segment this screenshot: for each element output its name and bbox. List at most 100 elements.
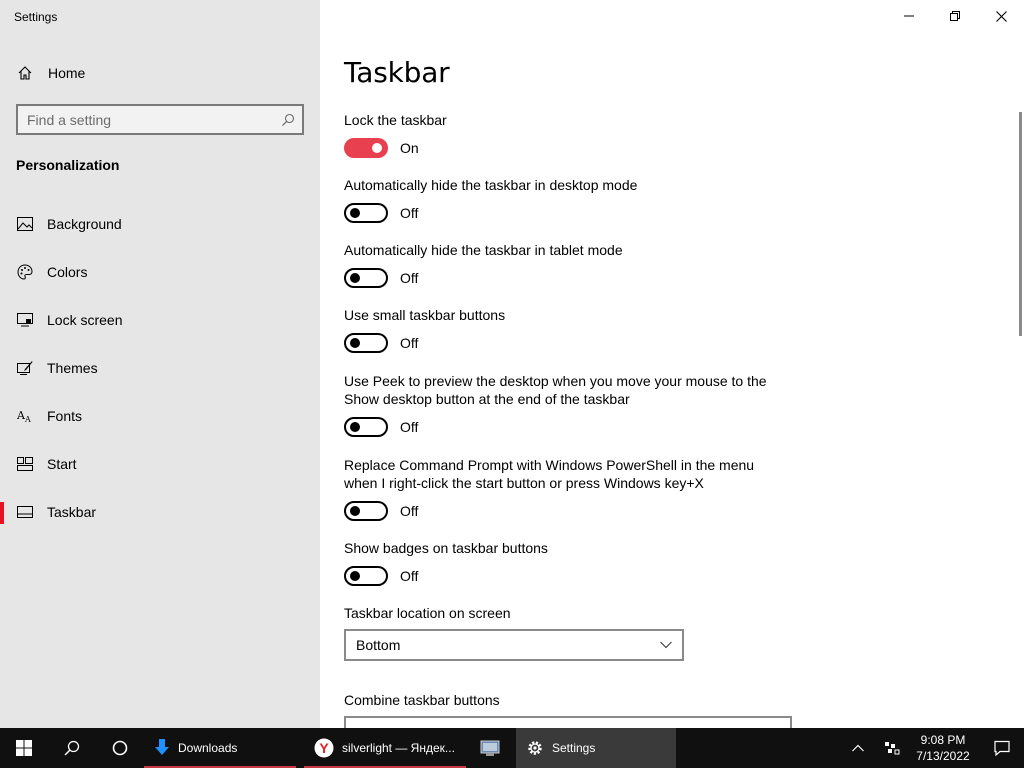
home-nav-item[interactable]: Home: [0, 55, 320, 91]
sidebar-item-lock-screen[interactable]: Lock screen: [0, 296, 320, 344]
sidebar-item-colors[interactable]: Colors: [0, 248, 320, 296]
small-buttons-toggle[interactable]: [344, 333, 388, 353]
sidebar-item-background[interactable]: Background: [0, 200, 320, 248]
search-taskbar-button[interactable]: [48, 728, 96, 768]
setting-powershell: Replace Command Prompt with Windows Powe…: [344, 456, 774, 521]
home-label: Home: [48, 65, 86, 81]
toggle-state: Off: [400, 270, 419, 286]
setting-label: Automatically hide the taskbar in deskto…: [344, 177, 638, 193]
autohide-desktop-toggle[interactable]: [344, 203, 388, 223]
svg-text:Y: Y: [319, 740, 329, 756]
app-title: Settings: [14, 10, 58, 24]
notification-icon: [994, 740, 1010, 756]
cortana-circle-icon: [112, 740, 128, 756]
clock-time: 9:08 PM: [920, 733, 966, 747]
image-icon: [0, 217, 47, 231]
search-icon[interactable]: [274, 113, 302, 127]
sidebar: Settings Home Personalization Background…: [0, 0, 320, 728]
action-center-button[interactable]: [980, 728, 1024, 768]
home-icon: [0, 65, 48, 81]
sidebar-item-label: Start: [47, 456, 77, 472]
taskbar-icon: [0, 506, 47, 518]
chevron-down-icon: [660, 641, 672, 649]
peek-toggle[interactable]: [344, 417, 388, 437]
chevron-up-icon: [852, 744, 864, 752]
start-button[interactable]: [0, 728, 48, 768]
taskbar-app-control-panel[interactable]: [466, 728, 516, 768]
taskbar-location-dropdown[interactable]: Bottom: [344, 629, 684, 661]
badges-toggle[interactable]: [344, 566, 388, 586]
scrollbar[interactable]: [1019, 112, 1022, 336]
setting-label: Show badges on taskbar buttons: [344, 540, 548, 556]
taskbar-app-downloads[interactable]: Downloads: [144, 728, 296, 768]
taskbar-app-settings[interactable]: Settings: [516, 728, 676, 768]
toggle-state: Off: [400, 335, 419, 351]
setting-autohide-tablet: Automatically hide the taskbar in tablet…: [344, 241, 784, 288]
page-title: Taskbar: [344, 56, 450, 89]
sidebar-item-label: Colors: [47, 264, 88, 280]
task-view-button[interactable]: [96, 728, 144, 768]
toggle-state: Off: [400, 503, 419, 519]
show-hidden-icons-button[interactable]: [838, 728, 878, 768]
toggle-state: Off: [400, 419, 419, 435]
setting-label: Taskbar location on screen: [344, 605, 511, 621]
setting-lock-taskbar: Lock the taskbar On: [344, 111, 784, 158]
toggle-state: Off: [400, 568, 419, 584]
monitor-lock-icon: [0, 313, 47, 327]
setting-label: Use Peek to preview the desktop when you…: [344, 373, 767, 407]
setting-autohide-desktop: Automatically hide the taskbar in deskto…: [344, 176, 784, 223]
setting-small-buttons: Use small taskbar buttons Off: [344, 306, 784, 353]
toggle-state: Off: [400, 205, 419, 221]
setting-label: Replace Command Prompt with Windows Powe…: [344, 457, 755, 491]
control-panel-icon: [480, 740, 500, 756]
gear-icon: [528, 741, 542, 755]
network-status[interactable]: [878, 728, 906, 768]
fonts-icon: AA: [0, 409, 47, 423]
sidebar-item-label: Taskbar: [47, 504, 97, 520]
network-icon: [885, 742, 900, 755]
content-pane: Taskbar Lock the taskbar On Automaticall…: [344, 0, 1004, 728]
sidebar-item-label: Background: [47, 216, 122, 232]
brush-icon: [0, 360, 47, 376]
setting-label: Automatically hide the taskbar in tablet…: [344, 242, 623, 258]
setting-badges: Show badges on taskbar buttons Off: [344, 539, 784, 586]
yandex-browser-icon: Y: [314, 738, 334, 758]
start-tiles-icon: [0, 457, 47, 471]
windows-logo-icon: [16, 740, 32, 756]
system-tray: 9:08 PM 7/13/2022: [838, 728, 1024, 768]
powershell-toggle[interactable]: [344, 501, 388, 521]
sidebar-item-label: Themes: [47, 360, 98, 376]
section-title: Personalization: [16, 157, 120, 173]
sidebar-item-start[interactable]: Start: [0, 440, 320, 488]
search-box[interactable]: [16, 104, 304, 135]
dropdown-value: Bottom: [356, 637, 401, 653]
search-icon: [64, 740, 80, 756]
sidebar-item-taskbar[interactable]: Taskbar: [0, 488, 320, 536]
taskbar: Downloads Y silverlight — Яндек... Setti…: [0, 728, 1024, 768]
setting-combine: Combine taskbar buttons: [344, 691, 784, 709]
setting-label: Use small taskbar buttons: [344, 307, 506, 323]
taskbar-app-label: Settings: [552, 741, 596, 755]
download-arrow-icon: [155, 739, 169, 755]
autohide-tablet-toggle[interactable]: [344, 268, 388, 288]
setting-label: Combine taskbar buttons: [344, 692, 500, 708]
sidebar-item-label: Fonts: [47, 408, 83, 424]
setting-label: Lock the taskbar: [344, 112, 447, 128]
taskbar-app-label: Downloads: [178, 741, 238, 755]
setting-peek: Use Peek to preview the desktop when you…: [344, 372, 774, 437]
sidebar-nav: Background Colors Lock screen Themes AA …: [0, 200, 320, 536]
combine-buttons-dropdown[interactable]: [344, 716, 792, 728]
clock-date: 7/13/2022: [916, 749, 970, 763]
taskbar-app-yandex[interactable]: Y silverlight — Яндек...: [304, 728, 466, 768]
toggle-state: On: [400, 140, 419, 156]
sidebar-item-fonts[interactable]: AA Fonts: [0, 392, 320, 440]
sidebar-item-themes[interactable]: Themes: [0, 344, 320, 392]
lock-taskbar-toggle[interactable]: [344, 138, 388, 158]
search-input[interactable]: [18, 111, 274, 128]
palette-icon: [0, 264, 47, 280]
system-clock[interactable]: 9:08 PM 7/13/2022: [906, 728, 980, 768]
sidebar-item-label: Lock screen: [47, 312, 123, 328]
svg-text:A: A: [24, 415, 31, 423]
setting-location: Taskbar location on screen: [344, 604, 784, 622]
taskbar-app-label: silverlight — Яндек...: [342, 741, 455, 755]
